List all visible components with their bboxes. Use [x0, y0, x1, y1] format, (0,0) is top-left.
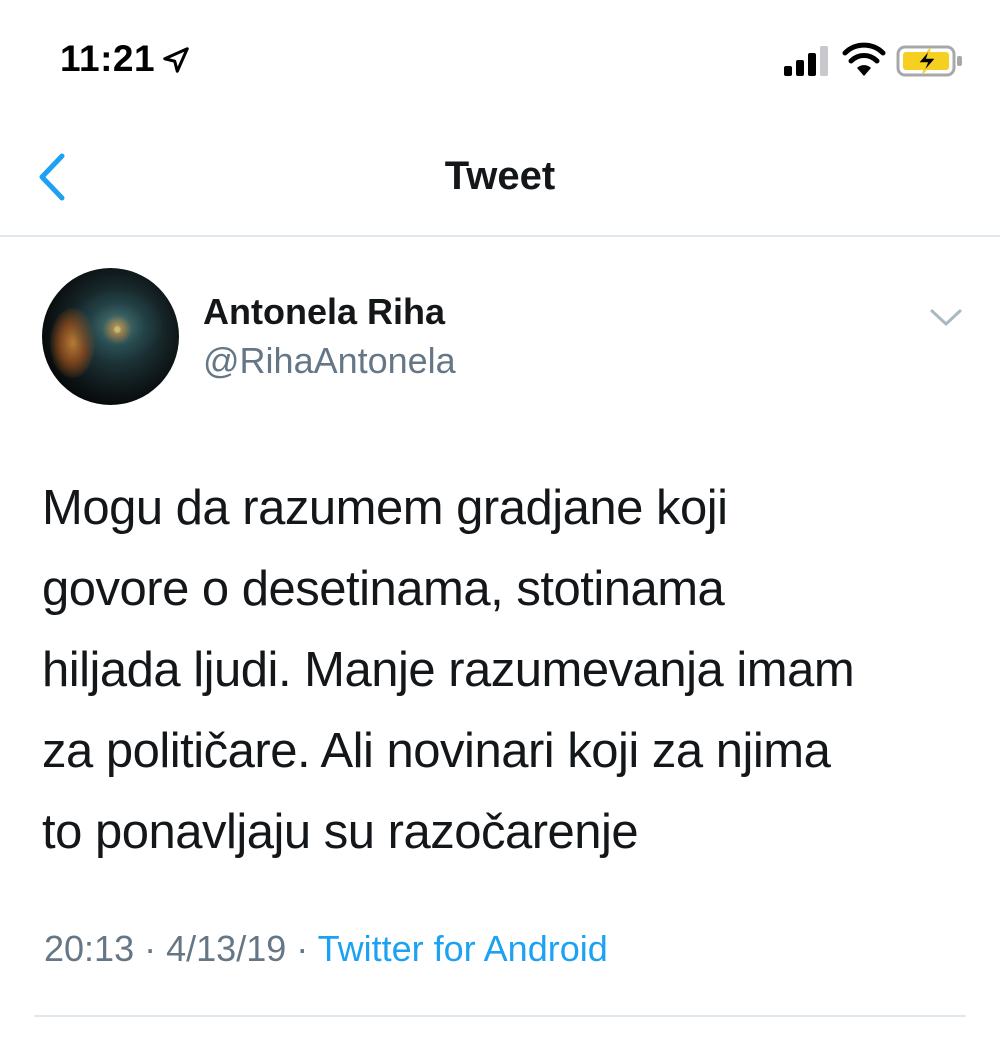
- status-bar: 11:21: [0, 0, 1000, 120]
- avatar[interactable]: [42, 268, 179, 405]
- wifi-icon: [842, 42, 886, 76]
- meta-separator: ·: [296, 928, 309, 969]
- location-arrow-icon: [163, 47, 189, 73]
- avatar-iris: [72, 290, 162, 360]
- user-handle[interactable]: @RihaAntonela: [203, 340, 456, 382]
- tweet-source-link[interactable]: Twitter for Android: [318, 928, 608, 969]
- tweet-time: 20:13: [44, 928, 135, 969]
- nav-bar: Tweet: [0, 120, 1000, 237]
- tweet-text: Mogu da razumem gradjane koji govore o d…: [42, 481, 855, 859]
- tweet-meta: 20:13 · 4/13/19 · Twitter for Android: [44, 928, 608, 970]
- battery-charging-icon: [896, 45, 962, 77]
- display-name[interactable]: Antonela Riha: [203, 291, 445, 333]
- status-time: 11:21: [60, 38, 156, 79]
- meta-separator: ·: [144, 928, 157, 969]
- chevron-down-icon[interactable]: [926, 302, 966, 332]
- tweet-date: 4/13/19: [166, 928, 287, 969]
- cellular-signal-icon: [784, 46, 828, 76]
- divider: [34, 1015, 966, 1017]
- page-title: Tweet: [444, 154, 556, 198]
